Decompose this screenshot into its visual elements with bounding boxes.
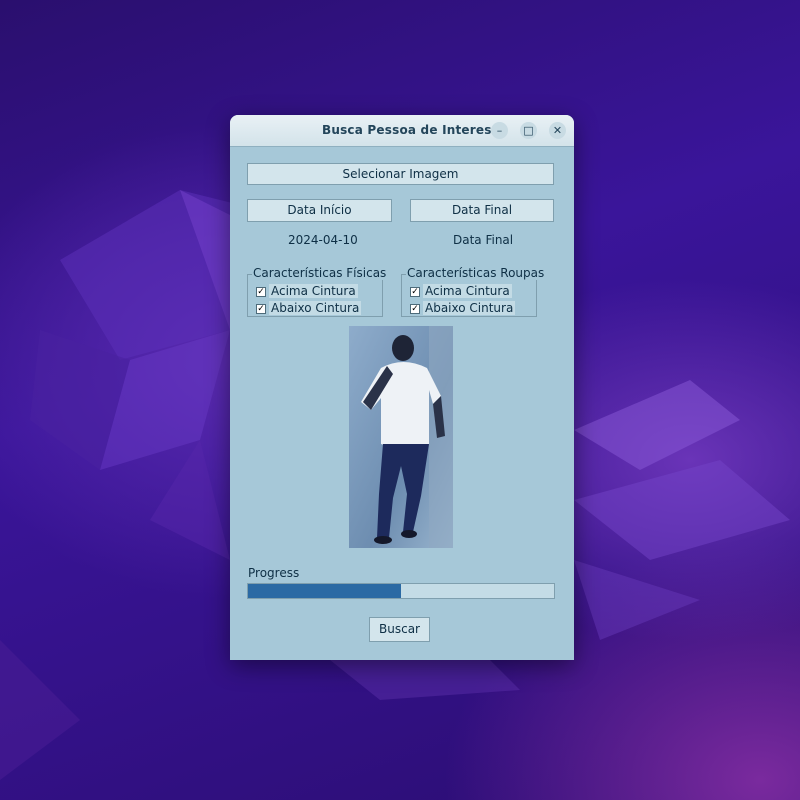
checkbox-label: Acima Cintura	[423, 284, 512, 298]
start-date-value: 2024-04-10	[288, 233, 358, 247]
window-title: Busca Pessoa de Interesse	[322, 123, 508, 137]
clothing-characteristics-group: Características Roupas ✓ Acima Cintura ✓…	[401, 266, 546, 317]
checkbox-check-icon[interactable]: ✓	[410, 287, 420, 297]
end-date-value: Data Final	[453, 233, 514, 247]
checkbox-label: Abaixo Cintura	[423, 301, 516, 315]
progress-fill	[248, 584, 401, 598]
start-date-button[interactable]: Data Início	[247, 199, 392, 222]
physical-characteristics-group: Características Físicas ✓ Acima Cintura …	[247, 266, 388, 317]
checkbox-check-icon[interactable]: ✓	[256, 287, 266, 297]
progress-label: Progress	[248, 566, 300, 580]
minimize-icon[interactable]: –	[491, 122, 508, 139]
close-icon[interactable]: ✕	[549, 122, 566, 139]
progress-bar	[247, 583, 555, 599]
physical-characteristics-title: Características Físicas	[252, 266, 388, 280]
checkbox-label: Acima Cintura	[269, 284, 358, 298]
checkbox-label: Abaixo Cintura	[269, 301, 362, 315]
select-image-button[interactable]: Selecionar Imagem	[247, 163, 554, 185]
selected-person-image	[349, 326, 453, 548]
clothing-characteristics-title: Características Roupas	[406, 266, 546, 280]
checkbox-check-icon[interactable]: ✓	[410, 304, 420, 314]
search-button[interactable]: Buscar	[369, 617, 430, 642]
checkbox-check-icon[interactable]: ✓	[256, 304, 266, 314]
app-window: Busca Pessoa de Interesse – □ ✕ Selecion…	[230, 115, 574, 660]
title-bar[interactable]: Busca Pessoa de Interesse – □ ✕	[230, 115, 574, 147]
maximize-icon[interactable]: □	[520, 122, 537, 139]
end-date-button[interactable]: Data Final	[410, 199, 554, 222]
